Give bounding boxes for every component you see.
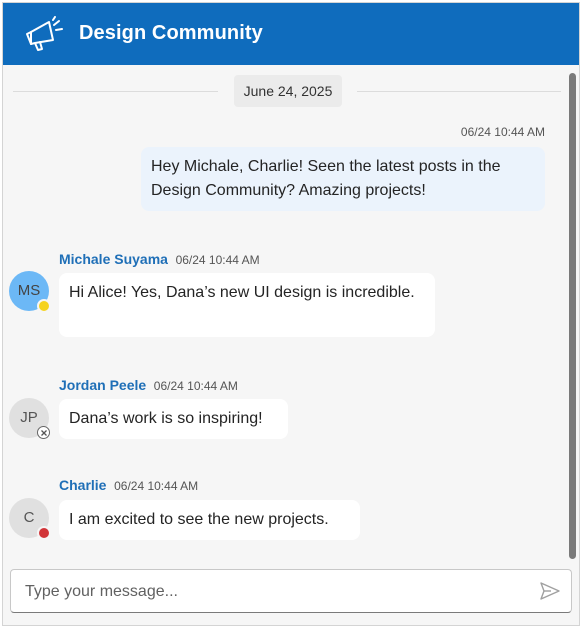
message-input[interactable] [23,578,517,606]
avatar-initials: C [23,509,35,526]
divider [357,91,561,92]
message-timestamp: 06/24 10:44 AM [114,479,199,493]
author-name: Jordan Peele [59,377,147,393]
avatar-initials: MS [17,282,41,299]
author-name: Charlie [59,477,107,493]
avatar[interactable]: C [9,498,51,540]
offline-status-icon [37,426,50,439]
chat-title: Design Community [79,22,263,44]
message-timestamp: 06/24 10:44 AM [153,379,238,393]
away-status-icon [37,299,51,313]
send-icon[interactable] [539,581,561,601]
message-composer [10,569,572,613]
avatar[interactable]: JP [9,398,50,439]
incoming-message-bubble[interactable]: I am excited to see the new projects. [59,500,360,540]
incoming-message-bubble[interactable]: Hi Alice! Yes, Dana’s new UI design is i… [59,273,435,337]
message-header: Charlie 06/24 10:44 AM [59,477,198,493]
divider [13,91,218,92]
outgoing-message-bubble[interactable]: Hey Michale, Charlie! Seen the latest po… [141,147,545,211]
chat-window: Design Community June 24, 2025 06/24 10:… [2,2,580,626]
date-separator: June 24, 2025 [13,75,561,107]
message-list-scrollbar[interactable] [569,73,576,559]
date-label: June 24, 2025 [234,75,342,107]
chat-header: Design Community [3,3,579,65]
megaphone-icon [26,16,63,51]
avatar[interactable]: MS [9,271,51,313]
author-name: Michale Suyama [59,251,168,267]
avatar-initials: JP [20,409,38,426]
message-timestamp: 06/24 10:44 AM [175,253,260,267]
busy-status-icon [37,526,51,540]
message-header: Michale Suyama 06/24 10:44 AM [59,251,260,267]
message-list[interactable]: June 24, 2025 06/24 10:44 AM Hey Michale… [3,65,569,565]
message-timestamp: 06/24 10:44 AM [460,125,545,139]
incoming-message-bubble[interactable]: Dana’s work is so inspiring! [59,399,288,439]
message-header: Jordan Peele 06/24 10:44 AM [59,377,238,393]
